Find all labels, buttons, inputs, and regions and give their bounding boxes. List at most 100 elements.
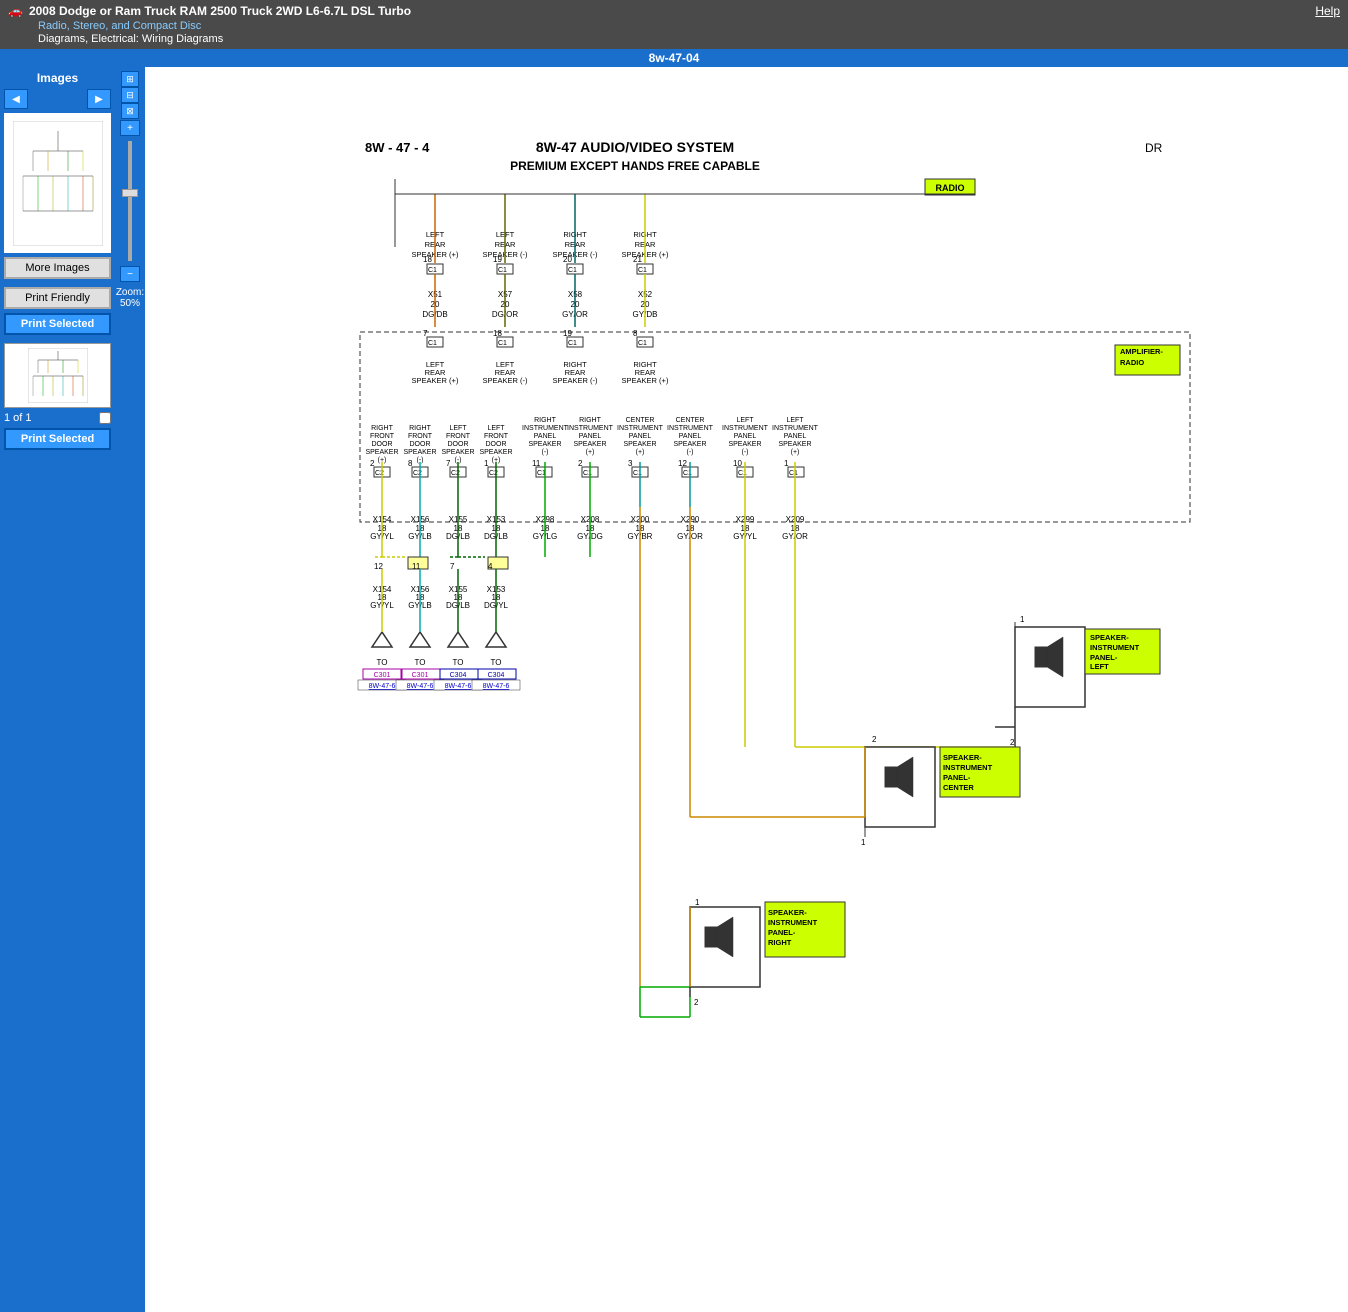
prev-button[interactable]: ◀ [4,89,28,109]
zoom-in-button[interactable]: + [120,120,140,136]
svg-text:SPEAKER: SPEAKER [573,441,606,448]
svg-text:SPEAKER: SPEAKER [623,441,656,448]
svg-text:FRONT: FRONT [446,433,471,440]
svg-text:DOOR: DOOR [410,441,431,448]
main-layout: Images ◀ ▶ [0,67,1348,1312]
images-label: Images [4,71,111,85]
svg-text:LEFT: LEFT [736,417,754,424]
svg-text:INSTRUMENT: INSTRUMENT [567,425,614,432]
svg-text:PANEL: PANEL [734,433,757,440]
thumbnail-svg [13,121,103,246]
svg-text:FRONT: FRONT [484,433,509,440]
svg-text:8W-47-6: 8W-47-6 [369,683,396,690]
zoom-controls: ⊞ ⊟ ⊠ + − Zoom: 50% [115,67,145,1312]
header: 🚗 2008 Dodge or Ram Truck RAM 2500 Truck… [0,0,1348,49]
next-button[interactable]: ▶ [87,89,111,109]
svg-text:SPEAKER: SPEAKER [528,441,561,448]
breadcrumb: Diagrams, Electrical: Wiring Diagrams [8,33,411,45]
svg-text:RADIO: RADIO [1120,358,1144,367]
print-selected-button-1[interactable]: Print Selected [4,313,111,335]
svg-text:RIGHT: RIGHT [768,938,792,947]
fit-height-button[interactable]: ⊠ [121,103,139,119]
small-thumbnail-svg [28,348,88,403]
svg-text:CENTER: CENTER [943,783,974,792]
svg-text:SPEAKER: SPEAKER [778,441,811,448]
more-images-button[interactable]: More Images [4,257,111,279]
svg-text:8W-47-6: 8W-47-6 [445,683,472,690]
svg-text:INSTRUMENT: INSTRUMENT [768,918,818,927]
page-checkbox[interactable] [99,412,111,424]
fit-page-button[interactable]: ⊞ [121,71,139,87]
svg-text:RIGHT: RIGHT [409,425,432,432]
svg-text:(-): (-) [542,449,549,456]
zoom-out-button[interactable]: − [120,266,140,282]
svg-text:CENTER: CENTER [626,417,655,424]
svg-text:INSTRUMENT: INSTRUMENT [943,763,993,772]
svg-text:TO: TO [453,658,464,667]
svg-text:PANEL-: PANEL- [768,928,796,937]
fit-width-button[interactable]: ⊟ [121,87,139,103]
svg-text:SPEAKER (-): SPEAKER (-) [482,376,528,385]
svg-text:TO: TO [415,658,426,667]
print-selected-button-2[interactable]: Print Selected [4,428,111,450]
svg-text:SPEAKER (+): SPEAKER (+) [412,376,459,385]
svg-text:INSTRUMENT: INSTRUMENT [617,425,664,432]
svg-text:12: 12 [678,459,687,468]
svg-text:C1: C1 [638,267,647,274]
svg-text:8: 8 [408,459,413,468]
zoom-slider-track [128,141,132,261]
svg-text:C304: C304 [450,672,467,679]
svg-text:SPEAKER: SPEAKER [673,441,706,448]
svg-text:C1: C1 [428,340,437,347]
svg-text:LEFT: LEFT [487,425,505,432]
svg-text:RIGHT: RIGHT [534,417,557,424]
svg-text:(-): (-) [687,449,694,456]
svg-text:8W-47-6: 8W-47-6 [483,683,510,690]
svg-text:C301: C301 [412,672,429,679]
small-thumbnail-area [4,343,111,408]
nav-arrows: ◀ ▶ [4,89,111,109]
vehicle-icon: 🚗 [8,4,23,18]
svg-text:2: 2 [370,459,375,468]
svg-text:INSTRUMENT: INSTRUMENT [722,425,769,432]
svg-text:C304: C304 [488,672,505,679]
svg-text:RIGHT: RIGHT [579,417,602,424]
print-friendly-button[interactable]: Print Friendly [4,287,111,309]
svg-text:SPEAKER: SPEAKER [728,441,761,448]
svg-text:2: 2 [1010,738,1015,747]
svg-text:SPEAKER (+): SPEAKER (+) [622,376,669,385]
svg-text:18: 18 [493,329,502,338]
svg-text:C301: C301 [374,672,391,679]
svg-text:SPEAKER: SPEAKER [365,449,398,456]
svg-text:21: 21 [633,255,642,264]
svg-text:RIGHT: RIGHT [371,425,394,432]
svg-text:1: 1 [695,898,700,907]
svg-text:PANEL-: PANEL- [943,773,971,782]
diagram-area[interactable]: 8W - 47 - 4 8W-47 AUDIO/VIDEO SYSTEM DR … [145,67,1348,1312]
svg-text:7: 7 [446,459,451,468]
header-left: 🚗 2008 Dodge or Ram Truck RAM 2500 Truck… [8,4,411,45]
svg-text:TO: TO [377,658,388,667]
svg-text:19: 19 [493,255,502,264]
svg-text:C1: C1 [498,340,507,347]
zoom-label: Zoom: 50% [116,287,144,309]
help-link[interactable]: Help [1315,4,1340,18]
svg-text:LEFT: LEFT [1090,662,1109,671]
svg-text:C1: C1 [498,267,507,274]
svg-text:8: 8 [633,329,638,338]
svg-text:2: 2 [578,459,583,468]
svg-text:4: 4 [488,562,493,571]
vehicle-title: 2008 Dodge or Ram Truck RAM 2500 Truck 2… [29,4,411,18]
svg-text:2: 2 [694,998,699,1007]
svg-text:19: 19 [563,329,572,338]
svg-text:7: 7 [450,562,455,571]
zoom-slider-handle[interactable] [122,189,138,197]
zoom-text: Zoom: [116,287,144,298]
subtitle: Radio, Stereo, and Compact Disc [8,20,411,32]
svg-text:20: 20 [563,255,572,264]
svg-text:C1: C1 [428,267,437,274]
svg-text:INSTRUMENT: INSTRUMENT [667,425,714,432]
diagram-corner: DR [1145,141,1163,155]
vehicle-title-row: 🚗 2008 Dodge or Ram Truck RAM 2500 Truck… [8,4,411,18]
svg-text:C1: C1 [568,340,577,347]
